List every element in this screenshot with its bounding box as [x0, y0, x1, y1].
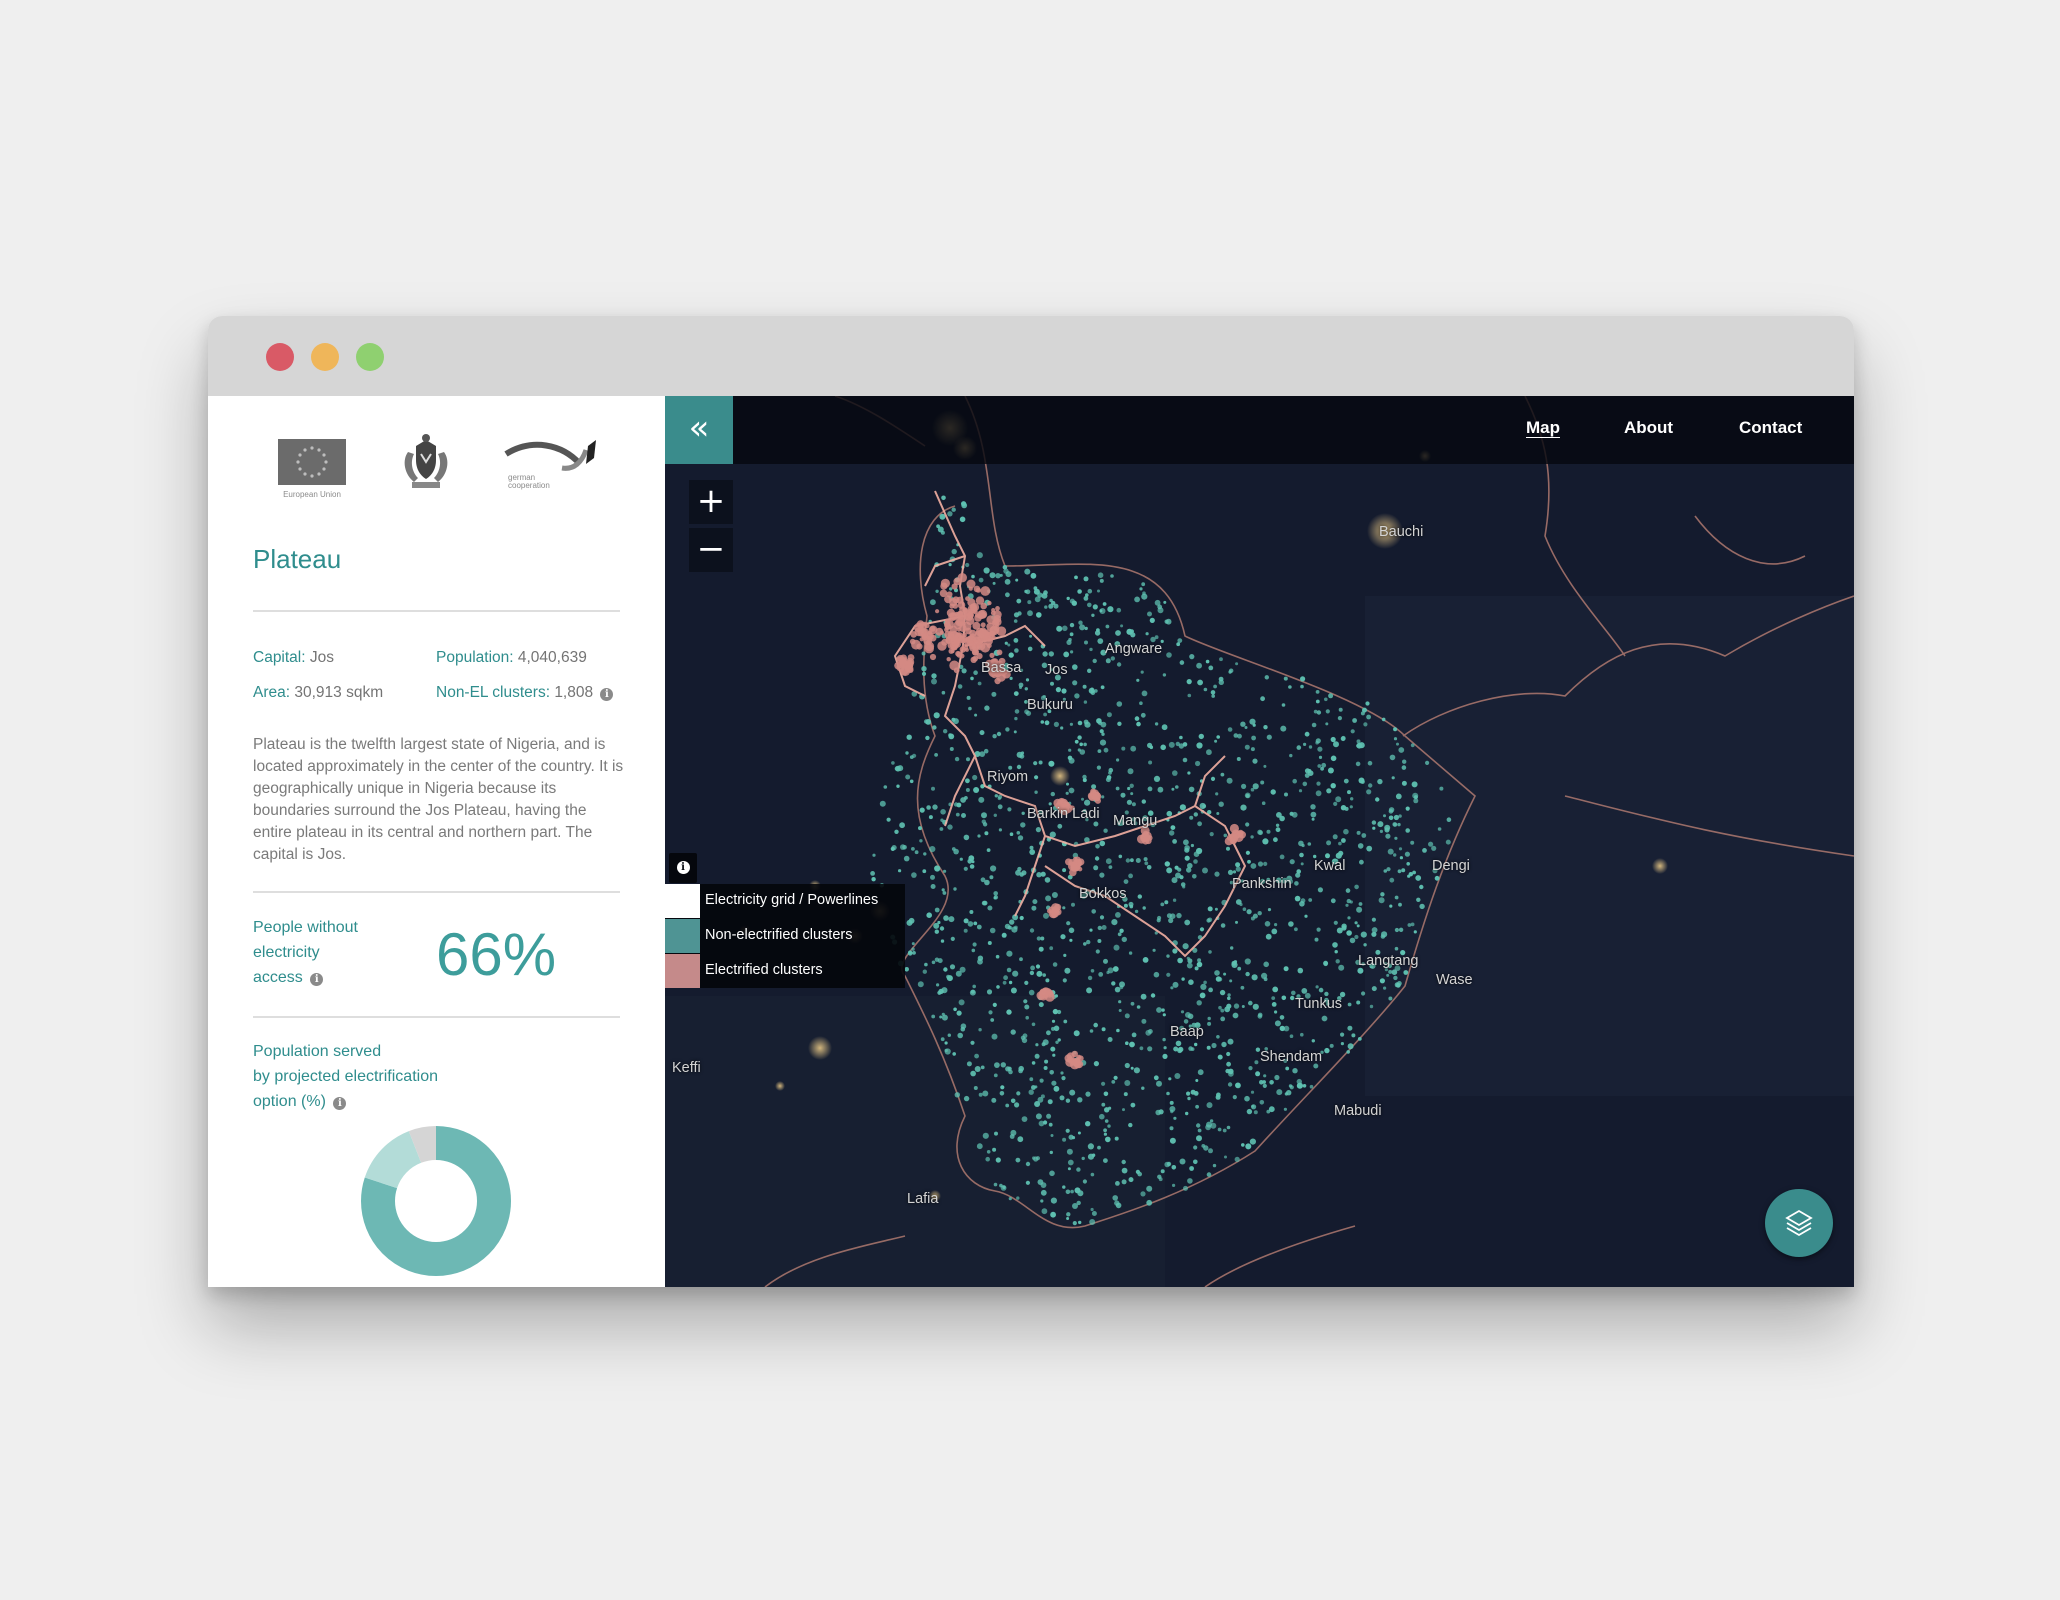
zoom-in-button[interactable]: + — [689, 480, 733, 524]
state-description: Plateau is the twelfth largest state of … — [253, 736, 624, 863]
capital-fact: Capital: Jos — [253, 649, 334, 667]
collapse-sidebar-button[interactable]: « — [665, 396, 733, 464]
legend-swatch-grid — [665, 884, 700, 918]
population-served-info-icon[interactable]: i — [333, 1097, 347, 1110]
city-label-baap: Baap — [1170, 1024, 1204, 1040]
divider — [253, 891, 620, 893]
no-electricity-label-line1: People without — [253, 919, 358, 936]
population-value: 4,040,639 — [517, 649, 587, 666]
map-canvas[interactable] — [665, 396, 1854, 1287]
clusters-info-icon[interactable]: i — [600, 688, 614, 701]
state-title: Plateau — [253, 544, 342, 574]
no-electricity-label-line2: electricity — [253, 944, 320, 961]
city-label-bukuru: Bukuru — [1027, 697, 1073, 713]
population-label: Population: — [436, 649, 514, 666]
city-label-riyom: Riyom — [987, 769, 1029, 785]
city-label-wase: Wase — [1436, 972, 1473, 988]
population-served-line1: Population served — [253, 1043, 382, 1060]
area-label: Area: — [253, 684, 291, 701]
population-served-donut-chart — [361, 1126, 511, 1276]
no-electricity-info-icon[interactable]: i — [310, 973, 324, 986]
legend-toggle[interactable]: i — [669, 853, 697, 883]
legend-label-electrified: Electrified clusters — [705, 962, 823, 978]
no-electricity-label-line3: access — [253, 969, 303, 986]
eu-flag-logo — [278, 439, 346, 485]
capital-value: Jos — [309, 649, 334, 666]
legend-item-electrified: Electrified clusters — [665, 954, 905, 988]
divider — [253, 610, 620, 612]
legend-item-non-electrified: Non-electrified clusters — [665, 919, 905, 953]
city-label-kwal: Kwal — [1314, 858, 1346, 874]
map-view[interactable]: « Map About Contact + − i Electricity gr… — [665, 396, 1854, 1287]
clusters-fact: Non-EL clusters: 1,808 i — [436, 684, 614, 702]
city-label-pankshin: Pankshin — [1232, 876, 1292, 892]
legend-item-grid: Electricity grid / Powerlines — [665, 884, 905, 918]
population-served-line3: option (%) — [253, 1093, 326, 1110]
nav-link-map[interactable]: Map — [1526, 418, 1560, 438]
nigeria-coat-of-arms-logo — [404, 434, 448, 488]
city-label-mabudi: Mabudi — [1334, 1103, 1382, 1119]
german-cooperation-caption: german cooperation — [508, 473, 550, 490]
info-sidebar: European Union german cooperation Platea… — [208, 396, 665, 1287]
nav-link-contact[interactable]: Contact — [1739, 418, 1802, 438]
clusters-label: Non-EL clusters: — [436, 684, 550, 701]
city-label-tunkus: Tunkus — [1295, 996, 1343, 1012]
city-label-keffi: Keffi — [672, 1060, 701, 1076]
no-electricity-value: 66% — [436, 921, 557, 988]
city-label-bokkos: Bokkos — [1079, 886, 1127, 902]
legend-label-grid: Electricity grid / Powerlines — [705, 892, 879, 908]
top-navigation-bar: « Map About Contact — [665, 396, 1854, 464]
legend-info-icon: i — [676, 861, 690, 874]
zoom-out-button[interactable]: − — [689, 528, 733, 572]
population-served-line2: by projected electrification — [253, 1068, 438, 1085]
legend-swatch-electrified — [665, 954, 700, 988]
area-value: 30,913 sqkm — [294, 684, 384, 701]
maximize-window-button[interactable] — [356, 343, 384, 371]
city-label-mangu: Mangu — [1113, 813, 1158, 829]
minimize-window-button[interactable] — [311, 343, 339, 371]
capital-label: Capital: — [253, 649, 306, 666]
divider — [253, 1016, 620, 1018]
population-fact: Population: 4,040,639 — [436, 649, 587, 667]
city-label-angware: Angware — [1105, 641, 1163, 657]
city-label-bassa: Bassa — [981, 660, 1022, 676]
window-titlebar — [208, 316, 1854, 396]
city-label-bauchi: Bauchi — [1379, 524, 1424, 540]
map-legend: Electricity grid / Powerlines Non-electr… — [665, 884, 905, 988]
city-label-lafia: Lafia — [907, 1191, 939, 1207]
layers-icon — [1785, 1209, 1813, 1237]
city-label-barkin-ladi: Barkin Ladi — [1027, 806, 1100, 822]
city-label-dengi: Dengi — [1432, 858, 1470, 874]
city-label-langtang: Langtang — [1358, 953, 1419, 969]
eu-logo-caption: European Union — [283, 490, 341, 499]
legend-label-non-electrified: Non-electrified clusters — [705, 927, 853, 943]
clusters-value: 1,808 — [554, 684, 594, 701]
browser-window: European Union german cooperation Platea… — [208, 316, 1854, 1287]
partner-logos: European Union german cooperation — [208, 432, 665, 502]
map-layers-button[interactable] — [1765, 1189, 1833, 1257]
city-label-jos: Jos — [1045, 662, 1068, 678]
area-fact: Area: 30,913 sqkm — [253, 684, 383, 702]
nav-link-about[interactable]: About — [1624, 418, 1673, 438]
legend-swatch-non-electrified — [665, 919, 700, 953]
city-label-shendam: Shendam — [1260, 1049, 1323, 1065]
population-served-label: Population served by projected electrifi… — [253, 1039, 503, 1114]
close-window-button[interactable] — [266, 343, 294, 371]
no-electricity-label: People without electricity access i — [253, 915, 393, 990]
